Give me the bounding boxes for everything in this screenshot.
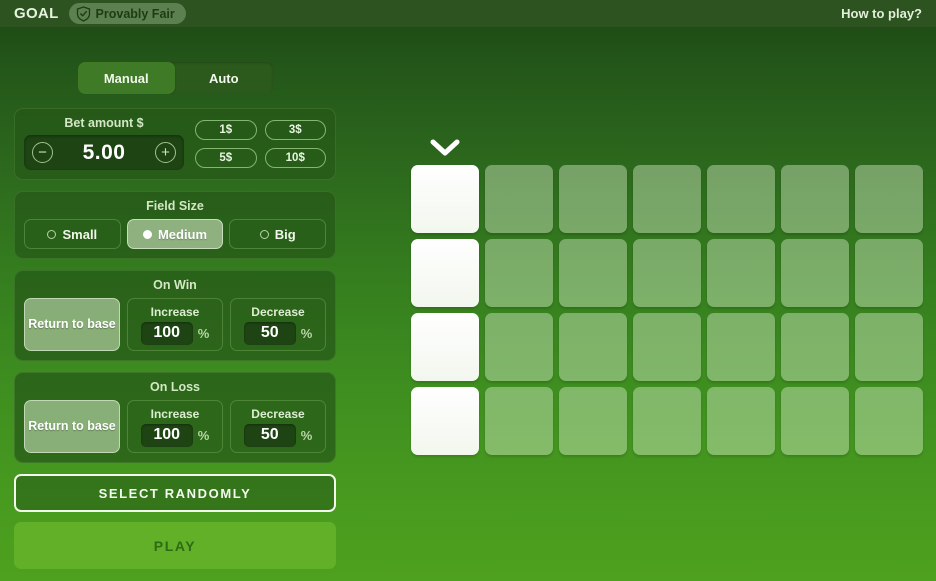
tile-r1-c5[interactable] [707, 165, 775, 233]
on-win-decrease-field: 50 % [243, 321, 313, 345]
tile-r4-c3[interactable] [559, 387, 627, 455]
tile-r2-c3[interactable] [559, 239, 627, 307]
tab-auto[interactable]: Auto [175, 62, 273, 94]
bet-amount-value[interactable]: 5.00 [83, 141, 126, 165]
field-size-medium-label: Medium [157, 226, 208, 242]
tab-manual[interactable]: Manual [77, 62, 175, 94]
on-win-return-to-base[interactable]: Return to base [24, 298, 120, 351]
how-to-play-link[interactable]: How to play? [841, 6, 922, 21]
on-loss-increase-field: 100 % [140, 423, 210, 447]
plus-circle-icon[interactable]: + [155, 142, 176, 163]
minus-circle-icon[interactable]: − [32, 142, 53, 163]
on-win-options: Return to base Increase 100 % Decrease 5… [24, 298, 326, 351]
tile-r3-c3[interactable] [559, 313, 627, 381]
on-win-decrease-value[interactable]: 50 [243, 321, 296, 345]
tile-r2-c6[interactable] [781, 239, 849, 307]
tile-r1-c3[interactable] [559, 165, 627, 233]
field-size-big[interactable]: Big [229, 219, 327, 249]
on-loss-decrease[interactable]: Decrease 50 % [230, 400, 326, 453]
tile-r1-c7[interactable] [855, 165, 923, 233]
tile-r4-c5[interactable] [707, 387, 775, 455]
mode-tab-group: Manual Auto [77, 62, 273, 94]
page-title: GOAL [14, 5, 59, 22]
on-loss-return-to-base[interactable]: Return to base [24, 400, 120, 453]
on-win-increase-field: 100 % [140, 321, 210, 345]
tile-r3-c5[interactable] [707, 313, 775, 381]
on-loss-options: Return to base Increase 100 % Decrease 5… [24, 400, 326, 453]
quick-bet-1[interactable]: 1$ [195, 120, 257, 140]
percent-symbol: % [197, 325, 210, 341]
percent-symbol: % [197, 427, 210, 443]
tile-r3-c2[interactable] [485, 313, 553, 381]
radio-icon [47, 229, 57, 239]
tile-r1-c1[interactable] [411, 165, 479, 233]
on-loss-increase-label: Increase [150, 406, 200, 421]
tile-r3-c6[interactable] [781, 313, 849, 381]
field-size-small[interactable]: Small [24, 219, 121, 249]
tile-grid [411, 165, 925, 455]
quick-bet-5[interactable]: 5$ [195, 148, 257, 168]
app-header: GOAL Provably Fair How to play? [0, 0, 936, 28]
on-win-increase-label: Increase [150, 304, 200, 319]
tile-r4-c1[interactable] [411, 387, 479, 455]
on-win-increase-value[interactable]: 100 [140, 321, 193, 345]
tile-r4-c6[interactable] [781, 387, 849, 455]
tile-r2-c1[interactable] [411, 239, 479, 307]
controls-panel: Manual Auto Bet amount $ − 5.00 + 1$ 3$ … [0, 28, 350, 581]
tile-r4-c2[interactable] [485, 387, 553, 455]
game-board [411, 135, 925, 455]
field-size-card: Field Size Small Medium Big [14, 191, 336, 259]
radio-icon [259, 229, 269, 239]
bet-amount-stepper: − 5.00 + [24, 135, 184, 170]
on-loss-increase[interactable]: Increase 100 % [127, 400, 223, 453]
on-win-decrease[interactable]: Decrease 50 % [230, 298, 326, 351]
field-size-label: Field Size [146, 199, 204, 213]
tile-r3-c7[interactable] [855, 313, 923, 381]
tile-r4-c4[interactable] [633, 387, 701, 455]
on-loss-label: On Loss [149, 380, 200, 394]
percent-symbol: % [300, 325, 313, 341]
play-button[interactable]: PLAY [14, 522, 336, 569]
select-randomly-button[interactable]: SELECT RANDOMLY [14, 474, 336, 512]
tile-r1-c6[interactable] [781, 165, 849, 233]
on-loss-card: On Loss Return to base Increase 100 % De… [14, 372, 336, 463]
quick-bet-group: 1$ 3$ 5$ 10$ [195, 116, 326, 170]
tile-r4-c7[interactable] [855, 387, 923, 455]
on-loss-decrease-value[interactable]: 50 [243, 423, 296, 447]
shield-check-icon [76, 5, 91, 22]
tile-r2-c7[interactable] [855, 239, 923, 307]
chevron-down-icon [430, 139, 460, 162]
radio-icon [142, 229, 152, 239]
tile-r1-c2[interactable] [485, 165, 553, 233]
bet-amount-card: Bet amount $ − 5.00 + 1$ 3$ 5$ 10$ [14, 108, 336, 180]
on-loss-decrease-label: Decrease [251, 406, 305, 421]
bet-amount-section: Bet amount $ − 5.00 + [24, 116, 184, 170]
field-size-radio-group: Small Medium Big [24, 219, 327, 249]
field-size-medium[interactable]: Medium [126, 219, 224, 249]
tile-r2-c2[interactable] [485, 239, 553, 307]
field-size-small-label: Small [62, 226, 98, 242]
quick-bet-3[interactable]: 3$ [264, 120, 326, 140]
tile-r1-c4[interactable] [633, 165, 701, 233]
tile-r2-c5[interactable] [707, 239, 775, 307]
field-size-big-label: Big [274, 226, 296, 242]
quick-bet-10[interactable]: 10$ [264, 148, 326, 168]
on-win-label: On Win [153, 278, 197, 292]
column-pointer [411, 135, 479, 165]
on-loss-increase-value[interactable]: 100 [140, 423, 193, 447]
tile-r3-c1[interactable] [411, 313, 479, 381]
tile-r2-c4[interactable] [633, 239, 701, 307]
bet-amount-label: Bet amount $ [64, 116, 144, 130]
on-win-decrease-label: Decrease [251, 304, 305, 319]
on-win-increase[interactable]: Increase 100 % [127, 298, 223, 351]
on-win-card: On Win Return to base Increase 100 % Dec… [14, 270, 336, 361]
provably-fair-label: Provably Fair [95, 6, 175, 21]
on-loss-decrease-field: 50 % [243, 423, 313, 447]
percent-symbol: % [300, 427, 313, 443]
tile-r3-c4[interactable] [633, 313, 701, 381]
provably-fair-badge[interactable]: Provably Fair [68, 3, 186, 24]
